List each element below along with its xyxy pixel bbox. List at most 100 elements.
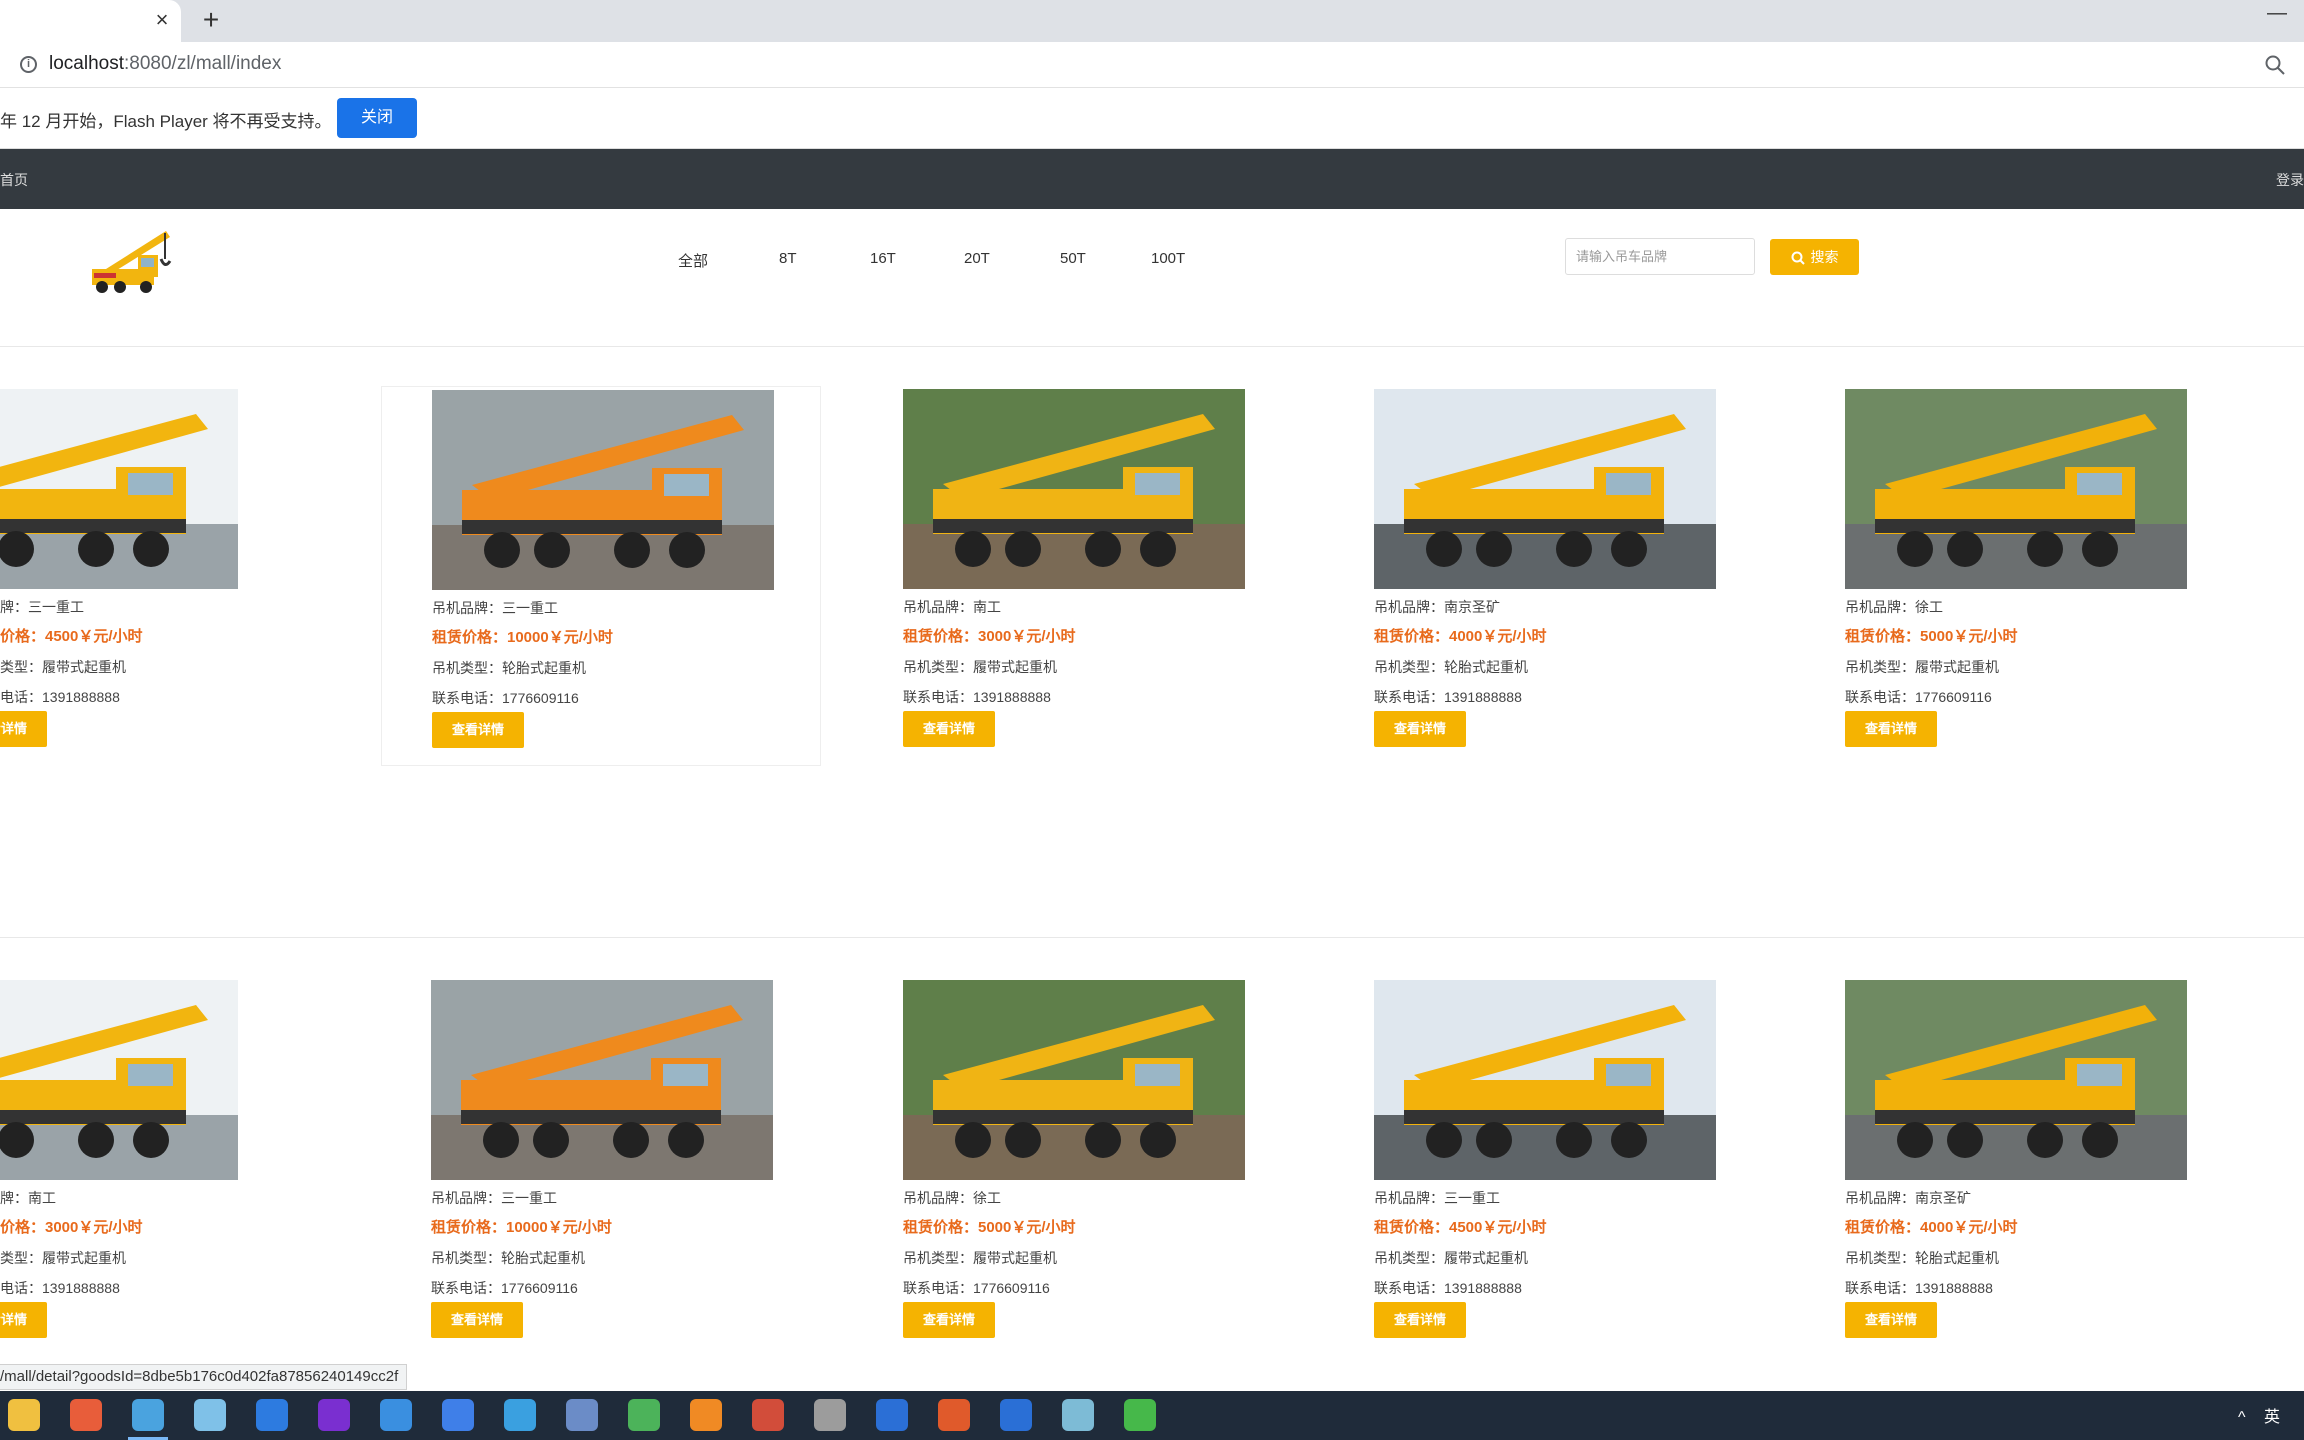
view-details-button[interactable]: 查看详情: [1845, 1302, 1937, 1338]
product-phone: 电话：1391888888: [0, 1280, 120, 1296]
tab-close-icon[interactable]: ×: [148, 6, 176, 34]
app-icon[interactable]: [70, 1399, 102, 1431]
ime-indicator[interactable]: 英: [2264, 1409, 2280, 1426]
crane-photo[interactable]: [0, 389, 238, 589]
os-taskbar: ^ 英: [0, 1391, 2304, 1440]
view-details-button[interactable]: 查看详情: [1374, 711, 1466, 747]
crane-photo[interactable]: [1374, 980, 1716, 1180]
product-brand: 吊机品牌：三一重工: [432, 600, 558, 616]
settings-app-icon[interactable]: [194, 1399, 226, 1431]
product-card[interactable]: 吊机品牌：徐工 租赁价格：5000￥元/小时 吊机类型：履带式起重机 联系电话：177…: [1845, 389, 2285, 769]
product-card[interactable]: 吊机品牌：徐工 租赁价格：5000￥元/小时 吊机类型：履带式起重机 联系电话：177…: [903, 980, 1343, 1360]
flash-close-button[interactable]: 关闭: [337, 98, 417, 138]
view-details-button[interactable]: 查看详情: [0, 711, 47, 747]
new-tab-icon[interactable]: +: [196, 6, 226, 36]
url-text[interactable]: localhost:8080/zl/mall/index: [49, 53, 281, 75]
product-brand: 吊机品牌：南京圣矿: [1845, 1190, 1971, 1206]
view-details-button[interactable]: 查看详情: [431, 1302, 523, 1338]
product-phone: 联系电话：1391888888: [903, 689, 1051, 705]
app-icon[interactable]: [566, 1399, 598, 1431]
app-icon[interactable]: [876, 1399, 908, 1431]
product-phone: 联系电话：1776609116: [1845, 689, 1992, 705]
browser-tab[interactable]: ×: [0, 0, 181, 42]
product-card[interactable]: 吊机品牌：三一重工 租赁价格：10000￥元/小时 吊机类型：轮胎式起重机 联系电话：…: [381, 386, 821, 766]
product-phone: 联系电话：1391888888: [1845, 1280, 1993, 1296]
chrome-icon[interactable]: [132, 1399, 164, 1431]
address-bar[interactable]: i localhost:8080/zl/mall/index: [0, 42, 2304, 88]
category-20t[interactable]: 20T: [964, 250, 990, 267]
crane-photo[interactable]: [903, 389, 1245, 589]
crane-photo[interactable]: [1845, 980, 2187, 1180]
product-brand: 吊机品牌：徐工: [903, 1190, 1001, 1206]
product-card[interactable]: 牌：南工价格：3000￥元/小时类型：履带式起重机电话：1391888888 查看…: [0, 980, 340, 1360]
app-icon[interactable]: [442, 1399, 474, 1431]
wechat-icon[interactable]: [1124, 1399, 1156, 1431]
product-type: 吊机类型：轮胎式起重机: [1845, 1250, 1999, 1266]
brand-search-input[interactable]: 请输入吊车品牌: [1565, 238, 1755, 275]
crane-image: [1374, 980, 1716, 1180]
product-brand: 吊机品牌：南工: [903, 599, 1001, 615]
category-100t[interactable]: 100T: [1151, 250, 1185, 267]
product-phone: 联系电话：1776609116: [432, 690, 579, 706]
intellij-icon[interactable]: [318, 1399, 350, 1431]
crane-logo[interactable]: [86, 225, 178, 301]
crane-image: [1374, 389, 1716, 589]
crane-photo[interactable]: [1374, 389, 1716, 589]
view-details-button[interactable]: 查看详情: [432, 712, 524, 748]
category-50t[interactable]: 50T: [1060, 250, 1086, 267]
zoom-icon[interactable]: [2264, 54, 2286, 76]
product-card[interactable]: 吊机品牌：南京圣矿 租赁价格：4000￥元/小时 吊机类型：轮胎式起重机 联系电话：1…: [1374, 389, 1814, 769]
product-card[interactable]: 牌：三一重工 价格：4500￥元/小时 类型：履带式起重机 电话：1391888888…: [0, 389, 340, 769]
crane-photo[interactable]: [1845, 389, 2187, 589]
app-icon[interactable]: [380, 1399, 412, 1431]
file-explorer-icon[interactable]: [8, 1399, 40, 1431]
search-icon: [1791, 251, 1805, 266]
crane-photo[interactable]: [0, 980, 238, 1180]
category-8t[interactable]: 8T: [779, 250, 797, 267]
product-card[interactable]: 吊机品牌：三一重工 租赁价格：10000￥元/小时 吊机类型：轮胎式起重机 联系电话：…: [431, 980, 871, 1360]
category-16t[interactable]: 16T: [870, 250, 896, 267]
product-brand: 牌：三一重工: [0, 599, 84, 615]
edge-icon[interactable]: [504, 1399, 536, 1431]
product-price: 租赁价格：4500￥元/小时: [1374, 1219, 1547, 1236]
crane-photo[interactable]: [903, 980, 1245, 1180]
crane-photo[interactable]: [431, 980, 773, 1180]
view-details-button[interactable]: 查看详情: [903, 1302, 995, 1338]
product-type: 吊机类型：履带式起重机: [1845, 659, 1999, 675]
settings-gear-icon[interactable]: [814, 1399, 846, 1431]
product-card[interactable]: 吊机品牌：南京圣矿 租赁价格：4000￥元/小时 吊机类型：轮胎式起重机 联系电话：1…: [1845, 980, 2285, 1360]
crane-photo[interactable]: [432, 390, 774, 590]
view-details-button[interactable]: 查看详情: [903, 711, 995, 747]
nav-home-link[interactable]: 首页: [0, 170, 28, 190]
notepad-icon[interactable]: [1062, 1399, 1094, 1431]
app-icon[interactable]: [938, 1399, 970, 1431]
row-divider: [0, 937, 2304, 938]
product-brand: 吊机品牌：三一重工: [1374, 1190, 1500, 1206]
product-type: 吊机类型：轮胎式起重机: [1374, 659, 1528, 675]
audio-app-icon[interactable]: [690, 1399, 722, 1431]
view-details-button[interactable]: 查看详情: [1845, 711, 1937, 747]
product-price: 租赁价格：4000￥元/小时: [1374, 628, 1547, 645]
product-type: 类型：履带式起重机: [0, 659, 126, 675]
product-phone: 联系电话：1776609116: [903, 1280, 1050, 1296]
minimize-icon[interactable]: —: [2262, 2, 2292, 26]
app-icon[interactable]: [1000, 1399, 1032, 1431]
category-all[interactable]: 全部: [678, 250, 708, 271]
product-brand: 吊机品牌：三一重工: [431, 1190, 557, 1206]
product-type: 吊机类型：履带式起重机: [903, 1250, 1057, 1266]
search-button[interactable]: 搜索: [1770, 239, 1859, 275]
product-type: 吊机类型：履带式起重机: [903, 659, 1057, 675]
app-icon[interactable]: [752, 1399, 784, 1431]
crane-image: [432, 390, 774, 590]
product-card[interactable]: 吊机品牌：南工 租赁价格：3000￥元/小时 吊机类型：履带式起重机 联系电话：139…: [903, 389, 1343, 769]
view-details-button[interactable]: 查看详情: [1374, 1302, 1466, 1338]
tray-chevron-icon[interactable]: ^: [2238, 1409, 2246, 1426]
nav-login-link[interactable]: 登录: [2276, 170, 2304, 190]
app-icon[interactable]: [256, 1399, 288, 1431]
shop-header: 全部 8T 16T 20T 50T 100T 请输入吊车品牌 搜索: [0, 209, 2304, 347]
app-icon[interactable]: [628, 1399, 660, 1431]
view-details-button[interactable]: 查看详情: [0, 1302, 47, 1338]
browser-tabstrip: × + —: [0, 0, 2304, 42]
product-card[interactable]: 吊机品牌：三一重工 租赁价格：4500￥元/小时 吊机类型：履带式起重机 联系电话：1…: [1374, 980, 1814, 1360]
site-info-icon[interactable]: i: [20, 56, 37, 73]
